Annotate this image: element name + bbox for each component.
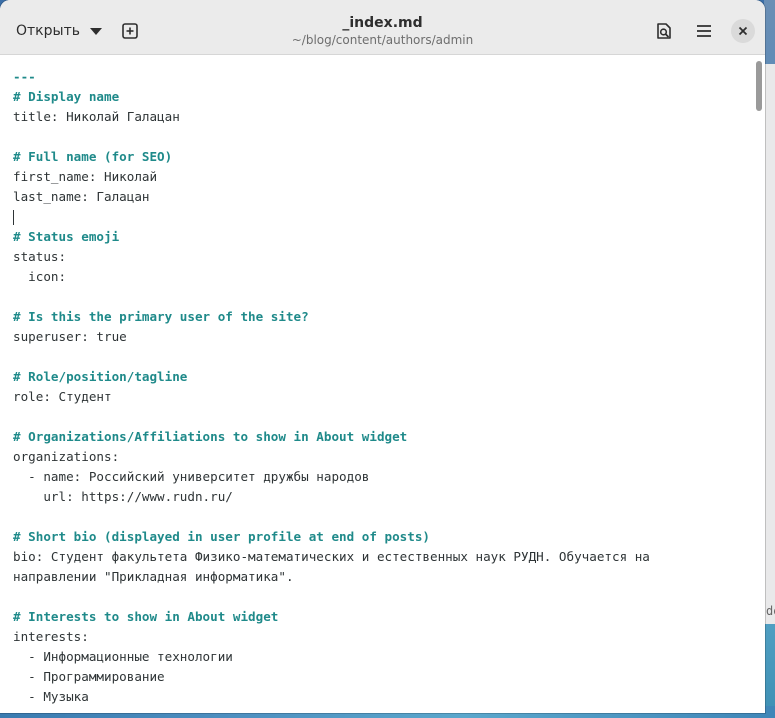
code-line-21[interactable]: - name: Российский университет дружбы на…	[13, 467, 650, 487]
text-editor-area[interactable]: --- # Display name title: Николай Галаца…	[0, 55, 765, 713]
code-line-6[interactable]: first_name: Николай	[13, 167, 650, 187]
code-line-12[interactable]	[13, 287, 650, 307]
document-search-icon	[657, 23, 671, 39]
document-title: _index.md	[342, 15, 423, 31]
editor-lines: --- # Display name title: Николай Галаца…	[13, 67, 650, 707]
code-line-30[interactable]: - Информационные технологии	[13, 647, 650, 667]
close-button-background	[731, 19, 755, 43]
code-line-22[interactable]: url: https://www.rudn.ru/	[13, 487, 650, 507]
hamburger-menu-icon	[697, 25, 711, 37]
code-line-25[interactable]: bio: Студент факультета Физико-математич…	[13, 547, 650, 567]
background-window-text: de	[766, 604, 775, 618]
code-line-14[interactable]: superuser: true	[13, 327, 650, 347]
code-line-32[interactable]: - Музыка	[13, 687, 650, 707]
code-line-31[interactable]: - Программирование	[13, 667, 650, 687]
code-line-13[interactable]: # Is this the primary user of the site?	[13, 307, 650, 327]
code-line-29[interactable]: interests:	[13, 627, 650, 647]
code-line-28[interactable]: # Interests to show in About widget	[13, 607, 650, 627]
document-path: ~/blog/content/authors/admin	[291, 33, 474, 47]
code-line-3[interactable]: title: Николай Галацан	[13, 107, 650, 127]
code-line-23[interactable]	[13, 507, 650, 527]
chevron-down-icon	[89, 27, 102, 35]
text-cursor	[13, 210, 14, 225]
main-menu-button[interactable]	[688, 15, 720, 47]
code-line-18[interactable]	[13, 407, 650, 427]
close-button[interactable]	[727, 15, 759, 47]
code-line-1[interactable]: ---	[13, 67, 650, 87]
header-bar: Открыть _index.md ~/blog/content/authors…	[0, 0, 765, 55]
background-window-edge	[764, 64, 775, 624]
code-line-9[interactable]: # Status emoji	[13, 227, 650, 247]
code-line-11[interactable]: icon:	[13, 267, 650, 287]
code-line-19[interactable]: # Organizations/Affiliations to show in …	[13, 427, 650, 447]
code-line-5[interactable]: # Full name (for SEO)	[13, 147, 650, 167]
code-line-20[interactable]: organizations:	[13, 447, 650, 467]
close-icon	[738, 26, 748, 36]
code-line-8[interactable]	[13, 207, 650, 227]
code-line-4[interactable]	[13, 127, 650, 147]
code-line-17[interactable]: role: Студент	[13, 387, 650, 407]
new-tab-button[interactable]	[114, 15, 146, 47]
text-editor-window: Открыть _index.md ~/blog/content/authors…	[0, 0, 765, 713]
window-title: _index.md ~/blog/content/authors/admin	[180, 14, 585, 48]
desktop-background-strip: de	[764, 0, 775, 718]
find-button[interactable]	[648, 15, 680, 47]
code-line-7[interactable]: last_name: Галацан	[13, 187, 650, 207]
open-button[interactable]: Открыть	[8, 14, 110, 48]
code-line-27[interactable]	[13, 587, 650, 607]
new-tab-icon	[122, 23, 138, 39]
code-line-2[interactable]: # Display name	[13, 87, 650, 107]
code-line-16[interactable]: # Role/position/tagline	[13, 367, 650, 387]
open-button-label: Открыть	[16, 23, 80, 39]
code-line-26[interactable]: направлении "Прикладная информатика".	[13, 567, 650, 587]
code-line-24[interactable]: # Short bio (displayed in user profile a…	[13, 527, 650, 547]
vertical-scrollbar[interactable]	[756, 61, 762, 111]
code-line-10[interactable]: status:	[13, 247, 650, 267]
code-line-15[interactable]	[13, 347, 650, 367]
